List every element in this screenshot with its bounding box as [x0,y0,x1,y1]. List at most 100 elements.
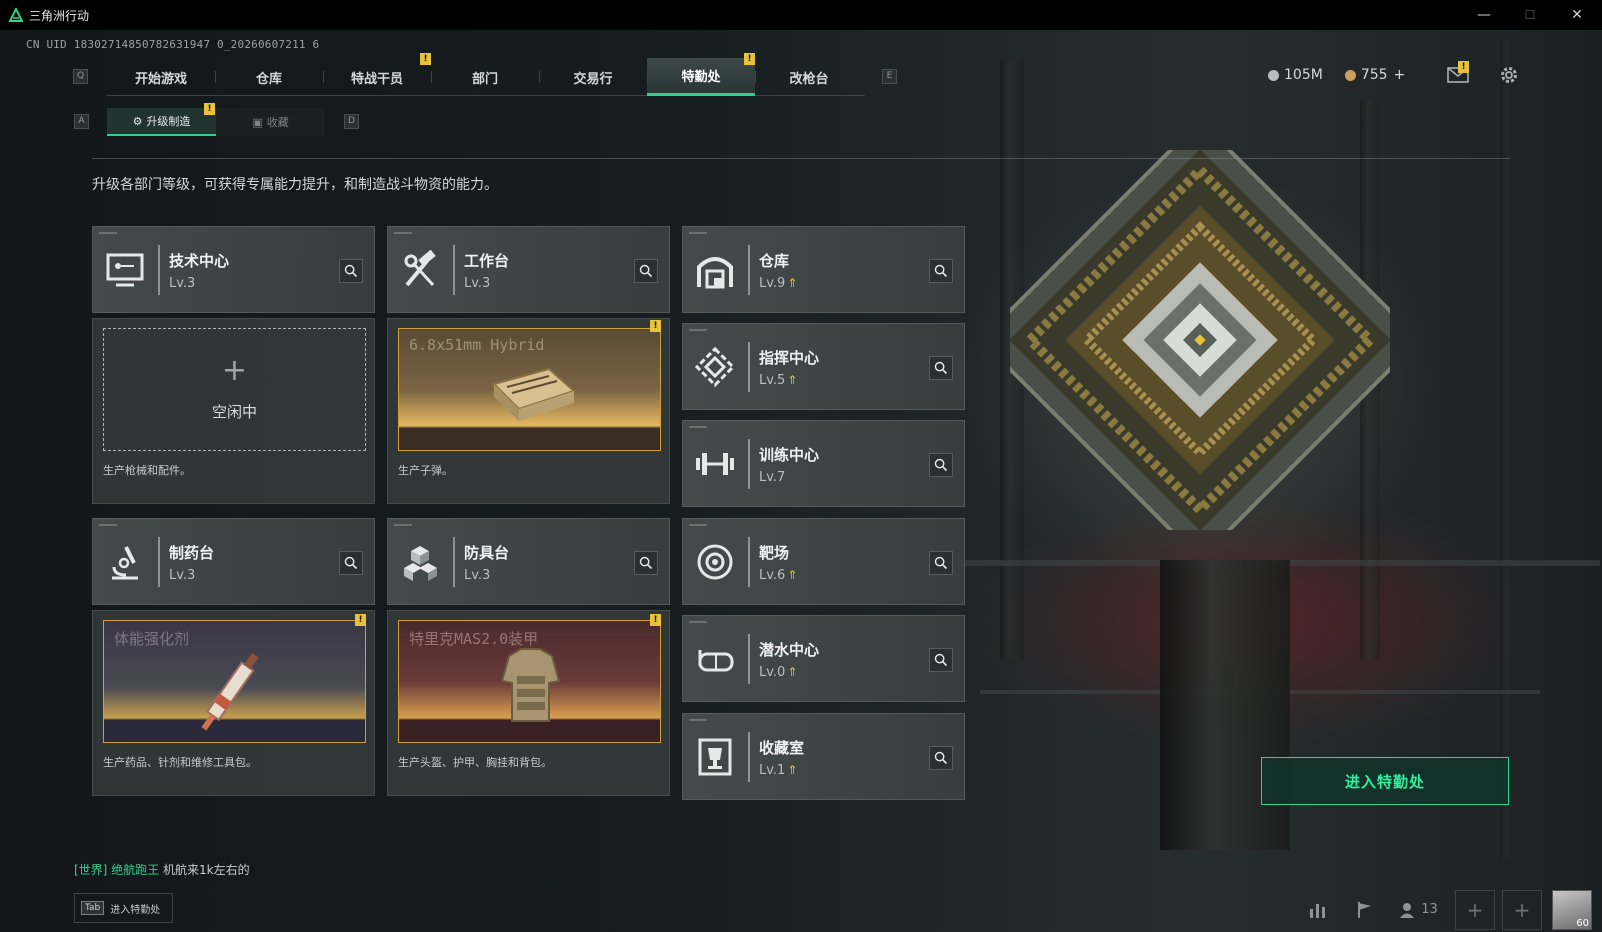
dept-level: Lv.7 [759,470,786,485]
upgrade-craft-icon: ⚙ [132,114,143,128]
tab-warehouse[interactable]: 仓库 [215,58,323,96]
computer-icon [106,253,144,287]
dept-card-command-center[interactable]: 指挥中心 Lv.5 ⇑ [682,323,965,410]
search-icon[interactable] [929,259,953,283]
search-icon[interactable] [634,259,658,283]
dept-level-text: Lv.9 [759,276,786,291]
card-separator [453,245,455,295]
production-slot-active[interactable]: 特里克MAS2.0装甲 [398,620,661,743]
card-separator [748,537,750,587]
avatar[interactable]: 60 [1552,889,1592,930]
subtab-collection[interactable]: ▣ 收藏 [216,108,325,136]
nav-prev-key[interactable]: Q [73,69,88,84]
hafu-coin-icon [1268,69,1279,81]
dept-card-armor[interactable]: 防具台 Lv.3 [387,518,670,605]
search-icon[interactable] [929,746,953,770]
card-tag [394,524,412,526]
card-tag [689,426,707,428]
close-button[interactable]: ✕ [1562,4,1592,26]
dept-level-text: Lv.6 [759,568,786,583]
dept-level: Lv.5 ⇑ [759,373,797,388]
search-icon[interactable] [339,551,363,575]
card-separator [158,245,160,295]
chat-message[interactable]: [世界] 绝航跑王 机航来1k左右的 [74,861,250,878]
currency-triangle-value: 755 [1360,67,1388,83]
team-slot-add[interactable]: + [1455,889,1495,930]
dept-level: Lv.3 [169,276,196,291]
dept-level: Lv.3 [169,568,196,583]
dept-card-training-center[interactable]: 训练中心 Lv.7 [682,420,965,507]
card-separator [158,537,160,587]
dept-name: 收藏室 [759,739,805,757]
special-ops-alert-badge: ! [744,53,755,65]
search-icon[interactable] [634,551,658,575]
page-description: 升级各部门等级，可获得专属能力提升，和制造战斗物资的能力。 [92,177,498,193]
tab-key: Tab [81,901,105,915]
enter-special-ops-button[interactable]: 进入特勤处 [1261,757,1509,805]
recharge-plus-button[interactable]: + [1394,67,1406,83]
production-slot-active[interactable]: 体能强化剂 [103,620,366,743]
dept-card-collection-room[interactable]: 收藏室 Lv.1 ⇑ [682,713,965,800]
tab-start-game[interactable]: 开始游戏 [107,58,215,96]
production-slot-idle[interactable]: + 空闲中 [103,328,366,451]
tab-gunsmith[interactable]: 改枪台 [755,58,863,96]
subtab-upgrade-craft[interactable]: ⚙ 升级制造 [107,108,216,136]
production-panel-tech-center: + 空闲中 生产枪械和配件。 [92,318,375,504]
trophy-icon [698,738,732,776]
team-slot-add[interactable]: + [1502,889,1542,930]
dept-card-workbench[interactable]: 工作台 Lv.3 [387,226,670,313]
search-icon[interactable] [929,356,953,380]
settings-gear-icon[interactable] [1499,65,1519,85]
nav-next-key[interactable]: E [882,69,897,84]
friends-button[interactable]: 13 [1388,890,1448,930]
minimize-button[interactable]: — [1469,4,1499,26]
dept-level: Lv.3 [464,276,491,291]
subtab-next-key[interactable]: D [344,114,359,129]
currency-hafu-value: 105M [1284,67,1323,83]
card-separator [453,537,455,587]
stats-icon[interactable] [1296,890,1342,930]
maximize-button[interactable]: ☐ [1515,4,1545,26]
production-slot-active[interactable]: 6.8x51mm Hybrid [398,328,661,451]
warehouse-icon [697,257,733,289]
ammo-box-illustration [492,367,576,421]
tab-hint-label: 进入特勤处 [110,904,161,916]
search-icon[interactable] [929,453,953,477]
dept-card-pharmacy[interactable]: 制药台 Lv.3 [92,518,375,605]
dept-card-diving-center[interactable]: 潜水中心 Lv.0 ⇑ [682,615,965,702]
tab-special-ops[interactable]: 特勤处 [647,58,755,96]
dept-card-shooting-range[interactable]: 靶场 Lv.6 ⇑ [682,518,965,605]
card-separator [748,245,750,295]
command-icon [694,346,736,388]
chat-text: 机航来1k左右的 [163,863,250,877]
subtab-prev-key[interactable]: A [74,114,89,129]
dept-card-warehouse[interactable]: 仓库 Lv.9 ⇑ [682,226,965,313]
dept-level-text: Lv.1 [759,763,786,778]
card-tag [689,232,707,234]
dept-level: Lv.3 [464,568,491,583]
tab-hint[interactable]: Tab 进入特勤处 [74,893,173,923]
search-icon[interactable] [929,648,953,672]
production-caption: 生产药品、针剂和维修工具包。 [103,756,257,769]
dept-card-tech-center[interactable]: 技术中心 Lv.3 [92,226,375,313]
friends-icon [1400,902,1415,918]
tab-market[interactable]: 交易行 [539,58,647,96]
goggles-icon [698,650,734,672]
tab-operators[interactable]: 特战干员 [323,58,431,96]
dept-name: 仓库 [759,252,790,270]
mail-alert-badge: ! [1458,61,1469,73]
triangle-coin-icon [1344,69,1356,81]
dept-level: Lv.1 ⇑ [759,763,797,778]
flag-icon[interactable] [1342,890,1388,930]
search-icon[interactable] [339,259,363,283]
dept-name: 工作台 [464,252,510,270]
search-icon[interactable] [929,551,953,575]
tab-department[interactable]: 部门 [431,58,539,96]
idle-plus-icon: + [221,353,248,388]
target-icon [697,544,733,580]
collection-icon: ▣ [252,115,263,129]
syringe-illustration [201,652,259,731]
card-tag [689,329,707,331]
chat-channel: [世界] [74,863,108,877]
dept-level: Lv.0 ⇑ [759,665,797,680]
